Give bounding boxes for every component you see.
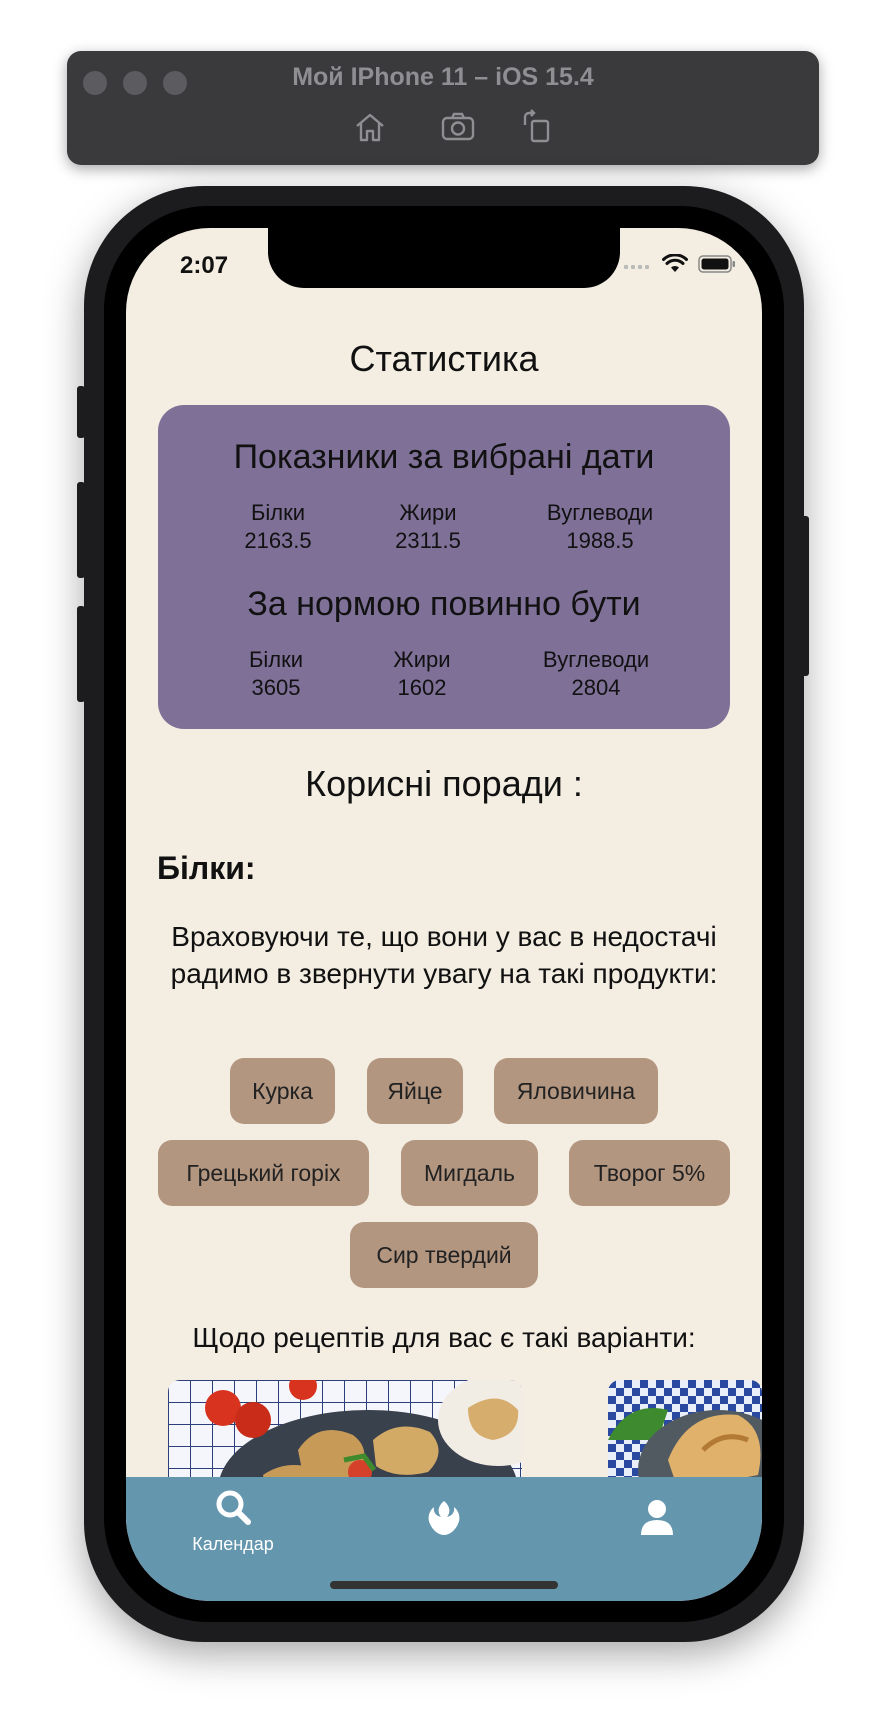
macro-label: Жири xyxy=(399,500,457,525)
macro-value: 2311.5 xyxy=(395,528,461,553)
macro-label: Білки xyxy=(250,500,306,525)
macro-value: 1602 xyxy=(397,675,447,700)
tips-title: Корисні поради : xyxy=(305,763,583,804)
volume-down-button xyxy=(77,606,85,702)
product-chip[interactable]: Курка xyxy=(230,1058,335,1124)
home-indicator xyxy=(330,1581,558,1589)
norm-protein: Білки 3605 xyxy=(216,646,336,702)
simulator-toolbar: Мой IPhone 11 – iOS 15.4 xyxy=(67,51,819,165)
norm-heading: За нормою повинно бути xyxy=(247,585,641,623)
simulator-title: Мой IPhone 11 – iOS 15.4 xyxy=(292,63,594,91)
rotate-icon[interactable] xyxy=(519,109,555,145)
power-button xyxy=(801,516,809,676)
recipes-label: Щодо рецептів для вас є такі варіанти: xyxy=(192,1322,696,1353)
screenshot-icon[interactable] xyxy=(440,109,476,145)
macro-value: 2163.5 xyxy=(244,528,312,553)
product-chip[interactable]: Сир твердий xyxy=(350,1222,538,1288)
product-chip[interactable]: Яловичина xyxy=(494,1058,658,1124)
person-icon xyxy=(641,1500,673,1535)
app-screen: 2:07 Статистика Показники за вибрані дат… xyxy=(126,228,762,1601)
tab-calendar[interactable]: Календар xyxy=(178,1489,288,1555)
macro-label: Вуглеводи xyxy=(542,647,650,672)
tab-rebel[interactable] xyxy=(422,1499,466,1542)
product-chip[interactable]: Грецький горіх xyxy=(158,1140,369,1206)
home-icon[interactable] xyxy=(352,109,388,145)
status-time: 2:07 xyxy=(180,252,229,279)
macro-label: Білки xyxy=(248,647,304,672)
product-chip[interactable]: Мигдаль xyxy=(401,1140,538,1206)
macro-value: 1988.5 xyxy=(566,528,634,553)
status-icons xyxy=(624,254,736,274)
macro-label: Вуглеводи xyxy=(546,500,654,525)
norm-carbs: Вуглеводи 2804 xyxy=(516,646,676,702)
tab-label: Календар xyxy=(192,1534,274,1554)
mute-switch xyxy=(77,386,85,438)
tab-bar: Календар xyxy=(126,1477,762,1601)
signal-icon xyxy=(624,265,649,269)
product-chip[interactable]: Творог 5% xyxy=(569,1140,730,1206)
wifi-icon xyxy=(662,254,688,272)
notch xyxy=(268,228,620,288)
selected-carbs: Вуглеводи 1988.5 xyxy=(520,499,680,555)
battery-icon xyxy=(698,255,735,273)
search-icon xyxy=(216,1490,251,1525)
recipe-image-chicken[interactable] xyxy=(168,1380,522,1490)
macro-value: 3605 xyxy=(251,675,301,700)
product-chip[interactable]: Яйце xyxy=(367,1058,463,1124)
tab-profile[interactable] xyxy=(635,1499,679,1542)
selected-dates-heading: Показники за вибрані дати xyxy=(233,438,655,476)
macro-label: Жири xyxy=(393,647,451,672)
stats-card: Показники за вибрані дати Білки 2163.5 Ж… xyxy=(158,405,730,729)
selected-fat: Жири 2311.5 xyxy=(368,499,488,555)
norm-fat: Жири 1602 xyxy=(362,646,482,702)
rebel-icon xyxy=(428,1501,460,1535)
page-title: Статистика xyxy=(349,338,539,379)
advice-text: Враховуючи те, що вони у вас в недостачі… xyxy=(170,921,718,989)
selected-protein: Білки 2163.5 xyxy=(218,499,338,555)
section-label-protein: Білки: xyxy=(157,850,256,886)
volume-up-button xyxy=(77,482,85,578)
macro-value: 2804 xyxy=(571,675,621,700)
recipe-image-toast[interactable] xyxy=(608,1380,762,1490)
